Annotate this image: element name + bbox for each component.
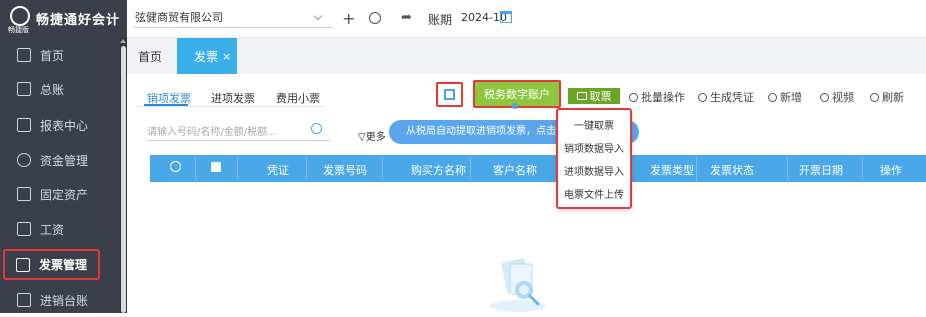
share-icon[interactable]: ➦ (401, 10, 412, 25)
column-header[interactable]: 发票号码 (323, 162, 367, 178)
scroll-up-icon[interactable] (120, 39, 126, 43)
logo-mark-icon (10, 6, 30, 26)
tool-label: 刷新 (882, 91, 904, 104)
sidebar-item-label: 工资 (40, 222, 65, 237)
qr-code-icon (444, 89, 455, 100)
app-logo: 畅捷版 畅捷通好会计 (0, 0, 127, 38)
tab-home[interactable]: 首页 (138, 48, 162, 65)
fetch-invoice-button[interactable]: 取票 (568, 88, 620, 104)
menu-item-one-click-fetch[interactable]: 一键取票 (558, 117, 630, 132)
gear-icon[interactable] (369, 12, 381, 24)
tool-label: 生成凭证 (710, 91, 754, 104)
video-button[interactable]: 视频 (820, 89, 854, 105)
invoice-icon (16, 257, 30, 272)
menu-item-import-purchase[interactable]: 进项数据导入 (558, 163, 630, 178)
sidebar-item-invoice-management[interactable]: 发票管理 (3, 249, 100, 280)
chart-icon (17, 118, 31, 132)
asset-icon (17, 187, 31, 201)
subtab-expense-receipt[interactable]: 费用小票 (276, 90, 320, 106)
sidebar-item-label: 资金管理 (40, 153, 89, 168)
company-select[interactable]: 弦健商贸有限公司 (133, 8, 333, 28)
voucher-icon (698, 93, 707, 102)
logo-version: 畅捷版 (8, 26, 29, 34)
tool-label: 新增 (780, 91, 802, 104)
sidebar-item-label: 报表中心 (40, 118, 89, 133)
more-label: 更多 (365, 132, 386, 143)
column-header[interactable]: 发票类型 (650, 162, 694, 178)
menu-item-import-sales[interactable]: 销项数据导入 (558, 140, 630, 155)
sidebar-item-assets[interactable]: 固定资产 (0, 177, 120, 211)
column-divider (195, 155, 196, 182)
column-divider (862, 155, 863, 182)
ledger-icon (17, 82, 31, 96)
tab-invoice[interactable]: 发票 × (177, 38, 237, 74)
plus-circle-icon (768, 93, 777, 102)
subtab-purchase-invoice[interactable]: 进项发票 (211, 90, 255, 106)
tab-label: 发票 (194, 49, 219, 64)
add-button[interactable]: 新增 (768, 89, 802, 105)
salary-icon (17, 222, 31, 236)
column-header[interactable]: 发票状态 (710, 162, 754, 178)
search-icon[interactable] (311, 123, 322, 134)
column-header[interactable]: 凭证 (267, 162, 289, 178)
column-header[interactable]: 客户名称 (493, 162, 537, 178)
tool-label: 视频 (832, 91, 854, 104)
batch-icon (629, 93, 638, 102)
column-divider (237, 155, 238, 182)
divider (136, 106, 326, 107)
close-icon[interactable]: × (222, 50, 231, 63)
brand-name: 畅捷通好会计 (36, 13, 121, 28)
tool-label: 批量操作 (641, 91, 685, 104)
refresh-button[interactable]: 刷新 (870, 89, 904, 105)
batch-operation-button[interactable]: 批量操作 (629, 89, 685, 105)
filter-icon: ▽ (358, 132, 366, 143)
sidebar-item-ledger[interactable]: 总账 (0, 72, 120, 106)
qr-code-button[interactable] (436, 82, 463, 107)
fund-icon (17, 153, 31, 167)
sidebar-item-home[interactable]: 首页 (0, 38, 120, 72)
fetch-icon (576, 92, 587, 100)
sidebar-item-label: 首页 (40, 48, 65, 63)
sidebar-item-inventory[interactable]: 进销台账 (0, 283, 120, 317)
column-divider (787, 155, 788, 182)
table-header: 凭证 发票号码 购买方名称 客户名称 发票类型 发票状态 开票日期 操作 (150, 155, 926, 182)
column-settings-icon[interactable] (170, 161, 181, 172)
column-divider (306, 155, 307, 182)
sidebar-item-label: 固定资产 (40, 187, 89, 202)
page-tabs-bar (127, 38, 926, 74)
sidebar-item-label: 总账 (40, 82, 65, 97)
sidebar-scrollbar-thumb[interactable] (121, 46, 126, 313)
more-filter-button[interactable]: ▽更多 (358, 128, 386, 143)
dropdown-pointer (512, 103, 518, 109)
column-header[interactable]: 开票日期 (799, 162, 843, 178)
play-icon (820, 93, 829, 102)
column-divider (696, 155, 697, 182)
empty-state-illustration (490, 258, 546, 312)
home-icon (17, 48, 31, 62)
inventory-icon (17, 293, 31, 307)
column-divider (470, 155, 471, 182)
add-icon[interactable]: + (342, 9, 355, 28)
generate-voucher-button[interactable]: 生成凭证 (698, 89, 754, 105)
calendar-icon[interactable] (500, 11, 512, 23)
sidebar-item-reports[interactable]: 报表中心 (0, 108, 120, 142)
column-header[interactable]: 购买方名称 (411, 162, 466, 178)
sidebar-item-label: 进销台账 (40, 293, 89, 308)
column-header[interactable]: 操作 (880, 162, 902, 178)
sidebar-item-salary[interactable]: 工资 (0, 212, 120, 246)
select-all-checkbox[interactable] (211, 162, 221, 172)
search-input[interactable]: 请输入号码/名称/金额/税额... (147, 123, 330, 141)
menu-item-upload-e-invoice[interactable]: 电票文件上传 (558, 186, 630, 201)
sidebar-item-funds[interactable]: 资金管理 (0, 143, 120, 177)
column-divider (382, 155, 383, 182)
fetch-label: 取票 (589, 90, 612, 103)
sidebar-item-label: 发票管理 (39, 258, 88, 272)
period-label: 账期 (428, 13, 453, 27)
active-subtab-indicator (144, 104, 188, 106)
refresh-icon (870, 93, 879, 102)
tax-account-dropdown: 一键取票 销项数据导入 进项数据导入 电票文件上传 (556, 108, 632, 209)
